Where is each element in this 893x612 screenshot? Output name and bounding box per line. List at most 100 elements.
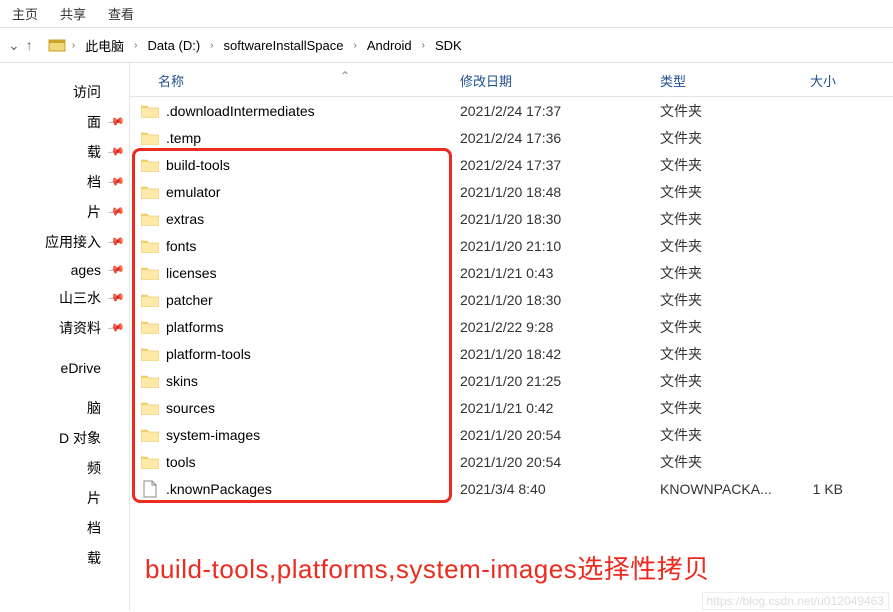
column-date[interactable]: 修改日期 bbox=[460, 71, 660, 90]
sidebar-item[interactable]: 片📌 bbox=[0, 197, 129, 227]
file-name: emulator bbox=[166, 184, 460, 200]
breadcrumbs[interactable]: › 此电脑 › Data (D:) › softwareInstallSpace… bbox=[41, 28, 893, 62]
file-name: platforms bbox=[166, 319, 460, 335]
chevron-right-icon[interactable]: › bbox=[70, 40, 77, 51]
file-type: 文件夹 bbox=[660, 344, 810, 364]
file-row[interactable]: skins2021/1/20 21:25文件夹 bbox=[130, 367, 893, 394]
file-date: 2021/2/24 17:36 bbox=[460, 130, 660, 146]
column-headers: 名称 修改日期 类型 大小 bbox=[130, 65, 893, 97]
file-name: platform-tools bbox=[166, 346, 460, 362]
folder-icon bbox=[140, 317, 160, 337]
file-type: 文件夹 bbox=[660, 182, 810, 202]
file-row[interactable]: .temp2021/2/24 17:36文件夹 bbox=[130, 124, 893, 151]
sidebar-item[interactable]: 山三水📌 bbox=[0, 283, 129, 313]
file-name: skins bbox=[166, 373, 460, 389]
file-name: extras bbox=[166, 211, 460, 227]
file-name: .downloadIntermediates bbox=[166, 103, 460, 119]
file-row[interactable]: .downloadIntermediates2021/2/24 17:37文件夹 bbox=[130, 97, 893, 124]
sidebar-item[interactable]: 访问📌 bbox=[0, 77, 129, 107]
folder-icon bbox=[140, 182, 160, 202]
sidebar-item[interactable]: 载📌 bbox=[0, 543, 129, 573]
sidebar-item[interactable]: 应用接入📌 bbox=[0, 227, 129, 257]
file-row[interactable]: .knownPackages2021/3/4 8:40KNOWNPACKA...… bbox=[130, 475, 893, 502]
chevron-right-icon[interactable]: › bbox=[132, 40, 139, 51]
file-row[interactable]: platform-tools2021/1/20 18:42文件夹 bbox=[130, 340, 893, 367]
sidebar-item[interactable]: 频📌 bbox=[0, 453, 129, 483]
sidebar-item[interactable]: 档📌 bbox=[0, 513, 129, 543]
folder-icon bbox=[140, 398, 160, 418]
file-row[interactable]: build-tools2021/2/24 17:37文件夹 bbox=[130, 151, 893, 178]
file-date: 2021/1/20 18:48 bbox=[460, 184, 660, 200]
file-date: 2021/1/20 18:30 bbox=[460, 292, 660, 308]
file-type: 文件夹 bbox=[660, 452, 810, 472]
sidebar-item[interactable]: 档📌 bbox=[0, 167, 129, 197]
sidebar-item[interactable]: D 对象📌 bbox=[0, 423, 129, 453]
file-name: licenses bbox=[166, 265, 460, 281]
breadcrumb-item[interactable]: Data (D:) bbox=[143, 36, 204, 55]
sidebar-item[interactable]: 载📌 bbox=[0, 137, 129, 167]
sidebar-item[interactable]: eDrive📌 bbox=[0, 355, 129, 381]
file-type: KNOWNPACKA... bbox=[660, 481, 810, 497]
nav-recent-icon[interactable]: ⌄ bbox=[8, 37, 20, 54]
folder-icon bbox=[140, 425, 160, 445]
file-date: 2021/2/24 17:37 bbox=[460, 157, 660, 173]
breadcrumb-item[interactable]: softwareInstallSpace bbox=[220, 36, 348, 55]
breadcrumb-item[interactable]: SDK bbox=[431, 36, 466, 55]
file-date: 2021/1/20 20:54 bbox=[460, 454, 660, 470]
file-type: 文件夹 bbox=[660, 101, 810, 121]
sidebar-item-label: 载 bbox=[87, 548, 101, 568]
file-date: 2021/1/21 0:43 bbox=[460, 265, 660, 281]
file-type: 文件夹 bbox=[660, 263, 810, 283]
file-name: system-images bbox=[166, 427, 460, 443]
breadcrumb-item[interactable]: 此电脑 bbox=[81, 34, 128, 57]
file-row[interactable]: platforms2021/2/22 9:28文件夹 bbox=[130, 313, 893, 340]
menu-home[interactable]: 主页 bbox=[12, 4, 38, 23]
folder-icon bbox=[140, 236, 160, 256]
file-row[interactable]: tools2021/1/20 20:54文件夹 bbox=[130, 448, 893, 475]
files-container: .downloadIntermediates2021/2/24 17:37文件夹… bbox=[130, 97, 893, 502]
sidebar-item-label: 面 bbox=[87, 112, 101, 132]
menu-view[interactable]: 查看 bbox=[108, 4, 134, 23]
chevron-right-icon[interactable]: › bbox=[351, 40, 358, 51]
sidebar-item[interactable]: ages📌 bbox=[0, 257, 129, 283]
nav-up-icon[interactable]: ↑ bbox=[26, 37, 33, 53]
menu-share[interactable]: 共享 bbox=[60, 4, 86, 23]
file-row[interactable]: sources2021/1/21 0:42文件夹 bbox=[130, 394, 893, 421]
file-row[interactable]: system-images2021/1/20 20:54文件夹 bbox=[130, 421, 893, 448]
folder-icon bbox=[140, 128, 160, 148]
sidebar-item[interactable]: 脑📌 bbox=[0, 393, 129, 423]
chevron-right-icon[interactable]: › bbox=[208, 40, 215, 51]
file-name: patcher bbox=[166, 292, 460, 308]
sidebar-item[interactable]: 面📌 bbox=[0, 107, 129, 137]
breadcrumb-item[interactable]: Android bbox=[363, 36, 416, 55]
address-bar: ⌄ ↑ › 此电脑 › Data (D:) › softwareInstallS… bbox=[0, 27, 893, 63]
file-row[interactable]: emulator2021/1/20 18:48文件夹 bbox=[130, 178, 893, 205]
column-type[interactable]: 类型 bbox=[660, 71, 810, 90]
pin-icon: 📌 bbox=[106, 142, 125, 161]
file-name: build-tools bbox=[166, 157, 460, 173]
file-row[interactable]: fonts2021/1/20 21:10文件夹 bbox=[130, 232, 893, 259]
sidebar-item[interactable]: 请资料📌 bbox=[0, 313, 129, 343]
sidebar-item-label: 频 bbox=[87, 458, 101, 478]
sidebar-item-label: 档 bbox=[87, 518, 101, 538]
sidebar-item-label: 脑 bbox=[87, 398, 101, 418]
folder-icon bbox=[140, 290, 160, 310]
file-row[interactable]: extras2021/1/20 18:30文件夹 bbox=[130, 205, 893, 232]
file-icon bbox=[140, 479, 160, 499]
drive-icon bbox=[48, 36, 66, 54]
file-size: 1 KB bbox=[810, 481, 893, 497]
sidebar-item-label: 山三水 bbox=[59, 288, 101, 308]
column-size[interactable]: 大小 bbox=[810, 71, 893, 90]
sidebar-item-label: 载 bbox=[87, 142, 101, 162]
file-row[interactable]: patcher2021/1/20 18:30文件夹 bbox=[130, 286, 893, 313]
file-name: .knownPackages bbox=[166, 481, 460, 497]
file-name: fonts bbox=[166, 238, 460, 254]
chevron-right-icon[interactable]: › bbox=[420, 40, 427, 51]
file-date: 2021/1/20 18:30 bbox=[460, 211, 660, 227]
sidebar-item[interactable]: 片📌 bbox=[0, 483, 129, 513]
file-row[interactable]: licenses2021/1/21 0:43文件夹 bbox=[130, 259, 893, 286]
file-date: 2021/1/20 21:10 bbox=[460, 238, 660, 254]
folder-icon bbox=[140, 452, 160, 472]
folder-icon bbox=[140, 371, 160, 391]
column-name[interactable]: 名称 bbox=[130, 71, 460, 90]
